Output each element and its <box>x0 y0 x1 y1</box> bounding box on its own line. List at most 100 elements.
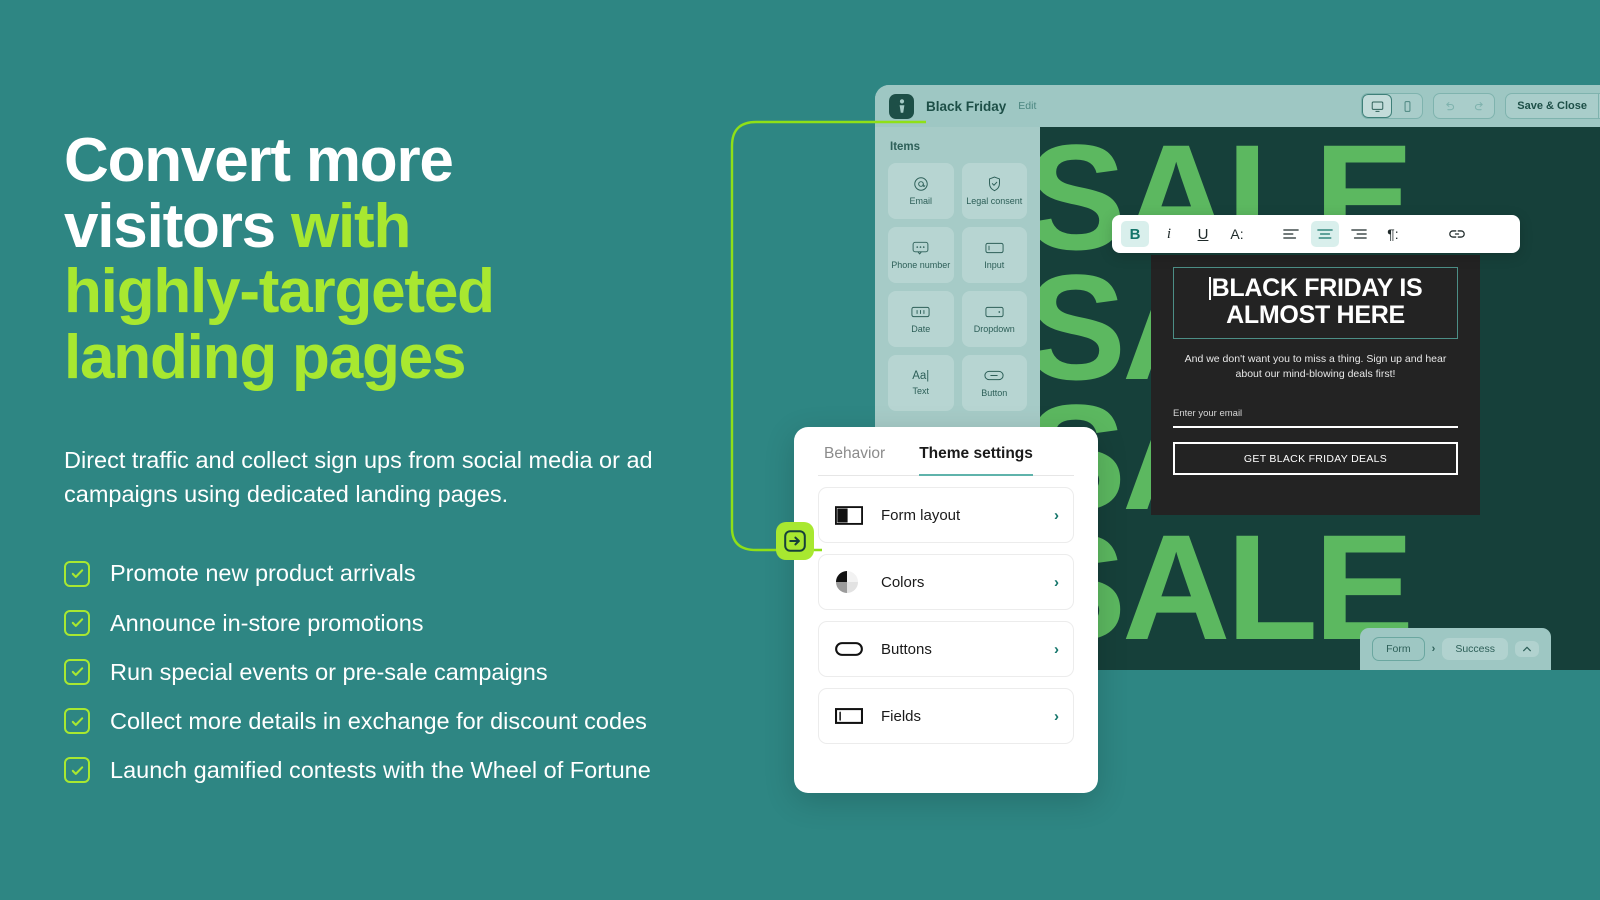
email-field-placeholder: Enter your email <box>1173 408 1243 420</box>
edit-link[interactable]: Edit <box>1018 100 1036 112</box>
tab-theme-settings[interactable]: Theme settings <box>919 445 1033 476</box>
setting-row-form-layout[interactable]: Form layout › <box>818 487 1074 543</box>
item-label: Text <box>912 385 929 396</box>
checkbox-checked-icon <box>64 609 90 636</box>
arrow-right-boxed-icon <box>776 522 814 560</box>
setting-row-fields[interactable]: Fields › <box>818 688 1074 744</box>
item-label: Email <box>909 196 932 207</box>
chevron-right-icon[interactable]: › <box>1054 708 1059 725</box>
device-toggle-group <box>1361 93 1424 119</box>
item-label: Dropdown <box>973 324 1015 335</box>
chevron-up-icon[interactable] <box>1515 641 1539 657</box>
font-size-button[interactable]: A: <box>1223 221 1251 247</box>
checkbox-checked-icon <box>64 757 90 784</box>
text-field-icon <box>835 708 863 724</box>
setting-row-buttons[interactable]: Buttons › <box>818 621 1074 677</box>
list-item-label: Run special events or pre-sale campaigns <box>110 658 548 685</box>
setting-label: Colors <box>881 573 925 591</box>
shield-check-icon <box>987 175 1002 192</box>
chevron-right-icon[interactable]: › <box>1054 574 1059 591</box>
save-and-close-group[interactable]: Save & Close <box>1505 93 1600 119</box>
item-tile-dropdown[interactable]: Dropdown <box>961 291 1027 347</box>
topbar-actions: Save & Close <box>1361 93 1600 119</box>
headline-line-3: highly-targeted <box>64 257 495 327</box>
marketing-subcopy: Direct traffic and collect sign ups from… <box>64 446 653 508</box>
list-item: Promote new product arrivals <box>64 559 764 587</box>
setting-label: Buttons <box>881 640 932 658</box>
tab-behavior[interactable]: Behavior <box>824 445 885 475</box>
breadcrumb-step-success[interactable]: Success <box>1442 638 1508 660</box>
popup-preview: BLACK FRIDAY IS ALMOST HERE And we don't… <box>1151 255 1480 515</box>
setting-row-colors[interactable]: Colors › <box>818 554 1074 610</box>
dropdown-icon <box>985 303 1004 320</box>
history-group <box>1433 93 1496 119</box>
text-caret <box>1208 277 1211 300</box>
paragraph-spacing-button[interactable]: ¶: <box>1379 221 1407 247</box>
headline-line-1: Convert more <box>64 126 454 195</box>
date-field-icon <box>911 303 930 320</box>
save-button[interactable]: Save & Close <box>1506 100 1598 112</box>
theme-settings-card: Behavior Theme settings Form layout › Co… <box>794 427 1098 793</box>
text-cursor-icon: Aa| <box>912 369 930 382</box>
button-pill-icon <box>835 642 863 656</box>
item-label: Button <box>981 388 1008 399</box>
list-item: Collect more details in exchange for dis… <box>64 707 764 735</box>
button-pill-icon <box>984 367 1004 384</box>
item-label: Input <box>984 260 1005 271</box>
checkbox-checked-icon <box>64 658 90 685</box>
list-item: Launch gamified contests with the Wheel … <box>64 756 764 784</box>
list-item-label: Launch gamified contests with the Wheel … <box>110 757 651 784</box>
bold-button[interactable]: B <box>1121 221 1149 247</box>
popup-subtext: And we don't want you to miss a thing. S… <box>1184 353 1447 381</box>
list-item-label: Promote new product arrivals <box>110 560 416 587</box>
popup-heading: BLACK FRIDAY IS ALMOST HERE <box>1180 275 1451 329</box>
item-tile-legal-consent[interactable]: Legal consent <box>961 163 1027 219</box>
breadcrumb-step-form[interactable]: Form <box>1372 637 1425 661</box>
setting-label: Form layout <box>881 506 961 524</box>
step-breadcrumb-bar: Form › Success <box>1360 628 1551 670</box>
headline-line-2-accent: with <box>290 191 411 261</box>
redo-icon[interactable] <box>1464 94 1494 118</box>
mobile-icon[interactable] <box>1392 94 1422 118</box>
item-tile-date[interactable]: Date <box>888 291 954 347</box>
undo-icon[interactable] <box>1434 94 1464 118</box>
settings-tabs: Behavior Theme settings <box>818 445 1074 476</box>
align-center-icon[interactable] <box>1311 221 1339 247</box>
list-item-label: Collect more details in exchange for dis… <box>110 708 647 735</box>
align-right-icon[interactable] <box>1345 221 1373 247</box>
chevron-right-icon[interactable]: › <box>1054 641 1059 658</box>
brand-logo-icon[interactable] <box>889 93 914 119</box>
popup-cta-button[interactable]: GET BLACK FRIDAY DEALS <box>1173 442 1458 476</box>
headline-line-4: landing pages <box>64 323 466 393</box>
item-tile-email[interactable]: Email <box>888 163 954 219</box>
popup-email-field[interactable]: Enter your email <box>1173 408 1458 429</box>
items-grid: Email Legal consent Phone number Input D… <box>888 163 1027 411</box>
chevron-right-icon: › <box>1431 643 1436 655</box>
marketing-column: Convert more visitors with highly-target… <box>64 128 764 805</box>
checkbox-checked-icon <box>64 560 90 587</box>
benefits-list: Promote new product arrivals Announce in… <box>64 559 764 784</box>
list-item: Run special events or pre-sale campaigns <box>64 658 764 686</box>
align-left-icon[interactable] <box>1277 221 1305 247</box>
item-tile-text[interactable]: Aa| Text <box>888 355 954 411</box>
message-dots-icon <box>912 239 929 256</box>
item-tile-button[interactable]: Button <box>961 355 1027 411</box>
underline-button[interactable]: U <box>1189 221 1217 247</box>
list-item-label: Announce in-store promotions <box>110 609 424 636</box>
popup-heading-selection-box[interactable]: BLACK FRIDAY IS ALMOST HERE <box>1173 267 1458 339</box>
at-sign-icon <box>913 175 929 192</box>
item-tile-input[interactable]: Input <box>961 227 1027 283</box>
list-item: Announce in-store promotions <box>64 609 764 637</box>
italic-button[interactable]: i <box>1155 221 1183 247</box>
app-topbar: Black Friday Edit Save & Close <box>875 85 1600 127</box>
popup-cta-label: GET BLACK FRIDAY DEALS <box>1243 452 1388 465</box>
headline-line-2: visitors <box>64 191 291 261</box>
item-tile-phone-number[interactable]: Phone number <box>888 227 954 283</box>
page-title: Convert more visitors with highly-target… <box>64 128 684 391</box>
item-label: Date <box>911 324 931 335</box>
setting-label: Fields <box>881 707 922 725</box>
link-icon[interactable] <box>1443 221 1471 247</box>
color-wheel-icon <box>835 570 863 594</box>
desktop-icon[interactable] <box>1362 94 1393 118</box>
chevron-right-icon[interactable]: › <box>1054 507 1059 524</box>
